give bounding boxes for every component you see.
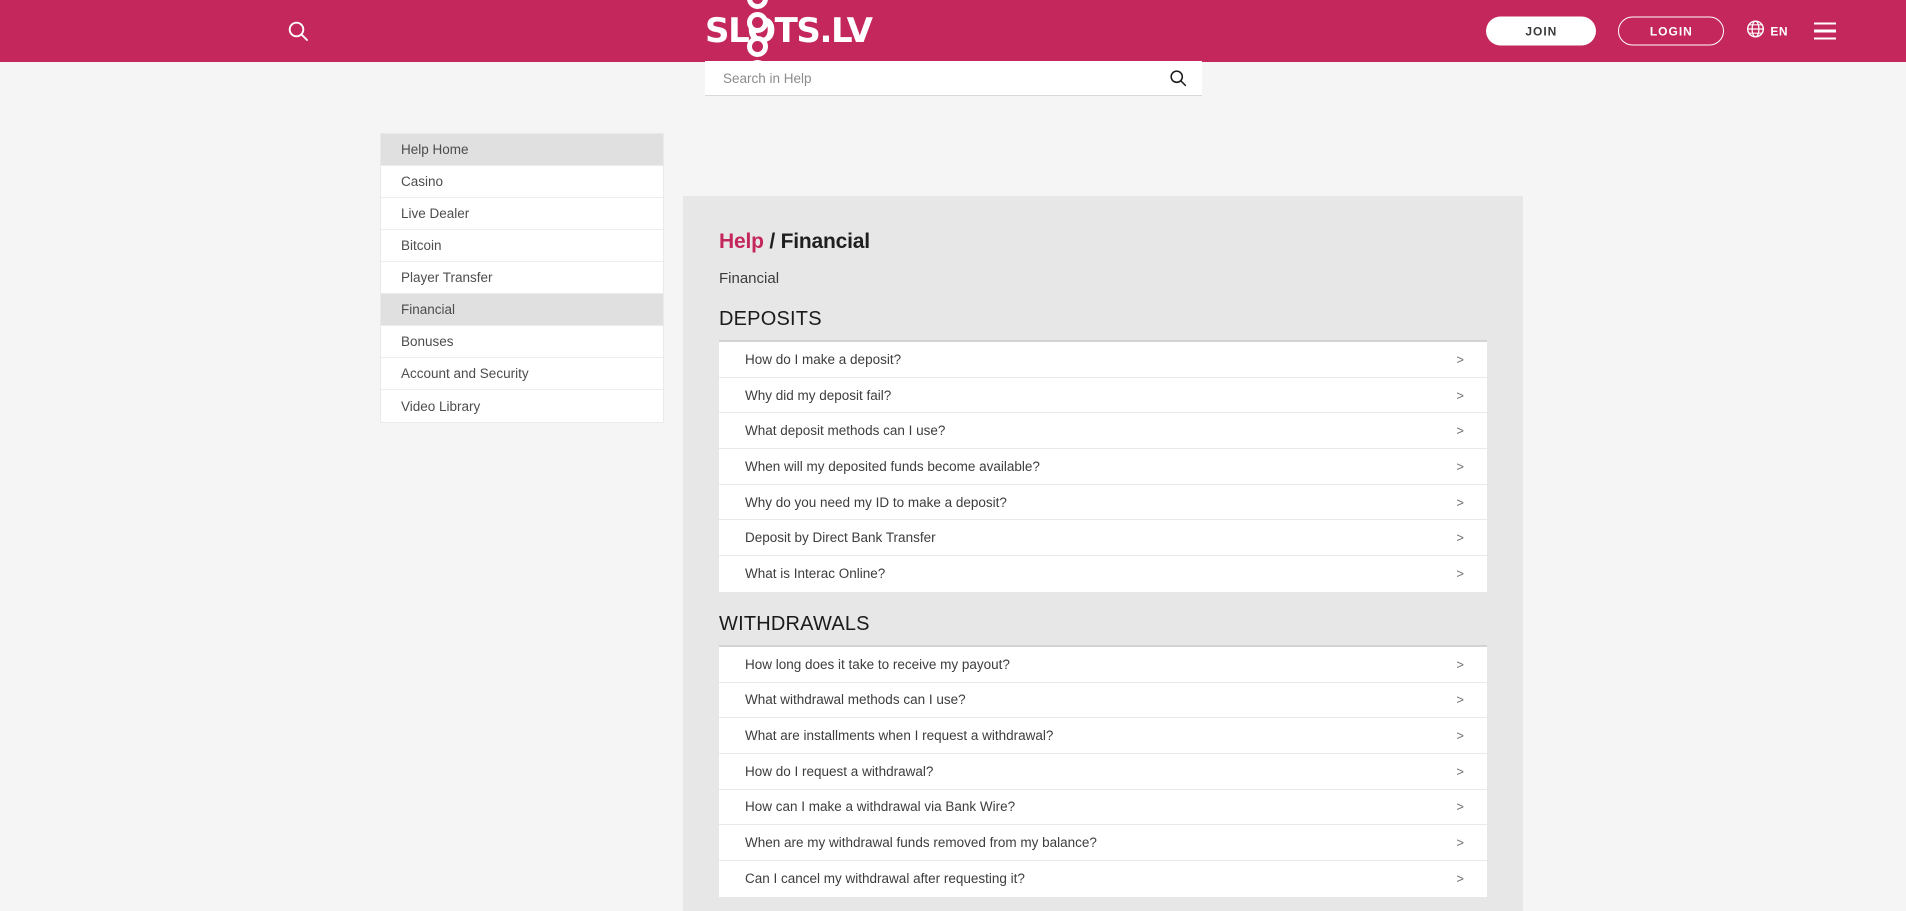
chevron-right-icon: > <box>1456 692 1464 708</box>
chevron-right-icon: > <box>1456 835 1464 851</box>
chevron-right-icon: > <box>1456 494 1464 510</box>
breadcrumb-help-link[interactable]: Help <box>719 230 764 253</box>
sidebar-item-financial[interactable]: Financial <box>381 294 663 326</box>
faq-list: How long does it take to receive my payo… <box>719 644 1487 897</box>
sidebar-item-player-transfer[interactable]: Player Transfer <box>381 262 663 294</box>
sidebar-item-bonuses[interactable]: Bonuses <box>381 326 663 358</box>
faq-question-label: What deposit methods can I use? <box>745 423 946 439</box>
faq-question-label: How do I make a deposit? <box>745 351 902 367</box>
help-content-card: Help / Financial Financial DEPOSITS How d… <box>683 196 1523 911</box>
faq-question-label: Can I cancel my withdrawal after request… <box>745 871 1025 887</box>
breadcrumb: Help / Financial <box>719 230 1487 254</box>
faq-question-label: What withdrawal methods can I use? <box>745 692 966 708</box>
chevron-right-icon: > <box>1456 423 1464 439</box>
search-submit-icon[interactable] <box>1168 68 1188 88</box>
faq-row[interactable]: Can I cancel my withdrawal after request… <box>719 860 1487 897</box>
sidebar-item-live-dealer[interactable]: Live Dealer <box>381 198 663 230</box>
logo-text: SLOTS.LV <box>705 11 873 51</box>
faq-sections: DEPOSITS How do I make a deposit? > Why did… <box>719 308 1487 911</box>
faq-row[interactable]: How can I make a withdrawal via Bank Wir… <box>719 789 1487 826</box>
sidebar-item-casino[interactable]: Casino <box>381 166 663 198</box>
faq-question-label: Why did my deposit fail? <box>745 387 892 403</box>
globe-icon <box>1746 19 1765 43</box>
faq-row[interactable]: Deposit by Direct Bank Transfer > <box>719 520 1487 557</box>
faq-question-label: How do I request a withdrawal? <box>745 763 934 779</box>
faq-row[interactable]: What are installments when I request a w… <box>719 718 1487 754</box>
faq-question-label: When are my withdrawal funds removed fro… <box>745 835 1097 851</box>
sidebar-item-label: Live Dealer <box>401 206 470 221</box>
faq-question-label: Deposit by Direct Bank Transfer <box>745 530 936 546</box>
header-search-icon[interactable] <box>283 16 313 46</box>
faq-row[interactable]: What withdrawal methods can I use? > <box>719 682 1487 719</box>
faq-row[interactable]: When will my deposited funds become avai… <box>719 449 1487 485</box>
sidebar-item-bitcoin[interactable]: Bitcoin <box>381 230 663 262</box>
sidebar-item-label: Video Library <box>401 398 481 414</box>
help-search-bar <box>705 61 1202 96</box>
site-header: SLOTS.LV JOIN LOGIN EN <box>0 0 1906 81</box>
chevron-right-icon: > <box>1456 799 1464 815</box>
faq-question-label: How can I make a withdrawal via Bank Wir… <box>745 799 1016 815</box>
faq-question-label: When will my deposited funds become avai… <box>745 458 1040 474</box>
section-heading-deposits: DEPOSITS <box>719 308 822 330</box>
join-button[interactable]: JOIN <box>1486 16 1597 46</box>
chevron-right-icon: > <box>1456 871 1464 887</box>
header-actions: JOIN LOGIN EN <box>1486 16 1836 46</box>
faq-row[interactable]: How do I make a deposit? > <box>719 342 1487 378</box>
chevron-right-icon: > <box>1456 763 1464 779</box>
faq-row[interactable]: What deposit methods can I use? > <box>719 413 1487 450</box>
chevron-right-icon: > <box>1456 458 1464 474</box>
section-heading-withdrawals: WITHDRAWALS <box>719 612 870 635</box>
faq-row[interactable]: What is Interac Online? > <box>719 556 1487 592</box>
faq-row[interactable]: Why did my deposit fail? > <box>719 377 1487 414</box>
faq-question-label: What is Interac Online? <box>745 566 886 582</box>
breadcrumb-separator: / <box>763 230 781 253</box>
page-body: Help Home Casino Live Dealer Bitcoin Player … <box>0 62 1906 911</box>
chevron-right-icon: > <box>1456 728 1464 744</box>
hamburger-menu-icon[interactable] <box>1814 20 1836 42</box>
search-input[interactable] <box>721 69 1168 87</box>
sidebar-item-label: Casino <box>401 174 444 189</box>
sidebar-item-label: Player Transfer <box>401 270 493 285</box>
faq-list: How do I make a deposit? > Why did my depo… <box>719 340 1487 592</box>
faq-question-label: How long does it take to receive my payo… <box>745 656 1010 672</box>
sidebar-item-label: Bonuses <box>401 334 454 349</box>
sidebar-item-account-and-security[interactable]: Account and Security <box>381 358 663 390</box>
sidebar-item-label: Financial <box>401 302 456 317</box>
language-label: EN <box>1770 24 1788 38</box>
faq-row[interactable]: How do I request a withdrawal? > <box>719 753 1487 790</box>
chevron-right-icon: > <box>1456 530 1464 546</box>
faq-question-label: What are installments when I request a w… <box>745 728 1054 744</box>
sidebar-item-video-library[interactable]: Video Library <box>381 390 663 422</box>
sidebar-item-label: Account and Security <box>401 366 529 381</box>
site-logo[interactable]: SLOTS.LV <box>705 0 873 81</box>
faq-question-label: Why do you need my ID to make a deposit? <box>745 494 1007 510</box>
sidebar-item-help-home[interactable]: Help Home <box>381 134 663 166</box>
chevron-right-icon: > <box>1456 351 1464 367</box>
sidebar-item-label: Bitcoin <box>401 238 442 253</box>
login-button[interactable]: LOGIN <box>1618 16 1725 46</box>
faq-row[interactable]: When are my withdrawal funds removed fro… <box>719 825 1487 861</box>
help-sidebar: Help Home Casino Live Dealer Bitcoin Player … <box>380 133 664 423</box>
chevron-right-icon: > <box>1456 387 1464 403</box>
sidebar-item-label: Help Home <box>401 142 469 157</box>
chevron-right-icon: > <box>1456 566 1464 582</box>
faq-row[interactable]: How long does it take to receive my payo… <box>719 646 1487 683</box>
language-selector[interactable]: EN <box>1746 19 1788 43</box>
chevron-right-icon: > <box>1456 656 1464 672</box>
page-title: Financial <box>719 270 780 287</box>
faq-row[interactable]: Why do you need my ID to make a deposit?… <box>719 484 1487 521</box>
breadcrumb-current: Financial <box>780 230 870 253</box>
